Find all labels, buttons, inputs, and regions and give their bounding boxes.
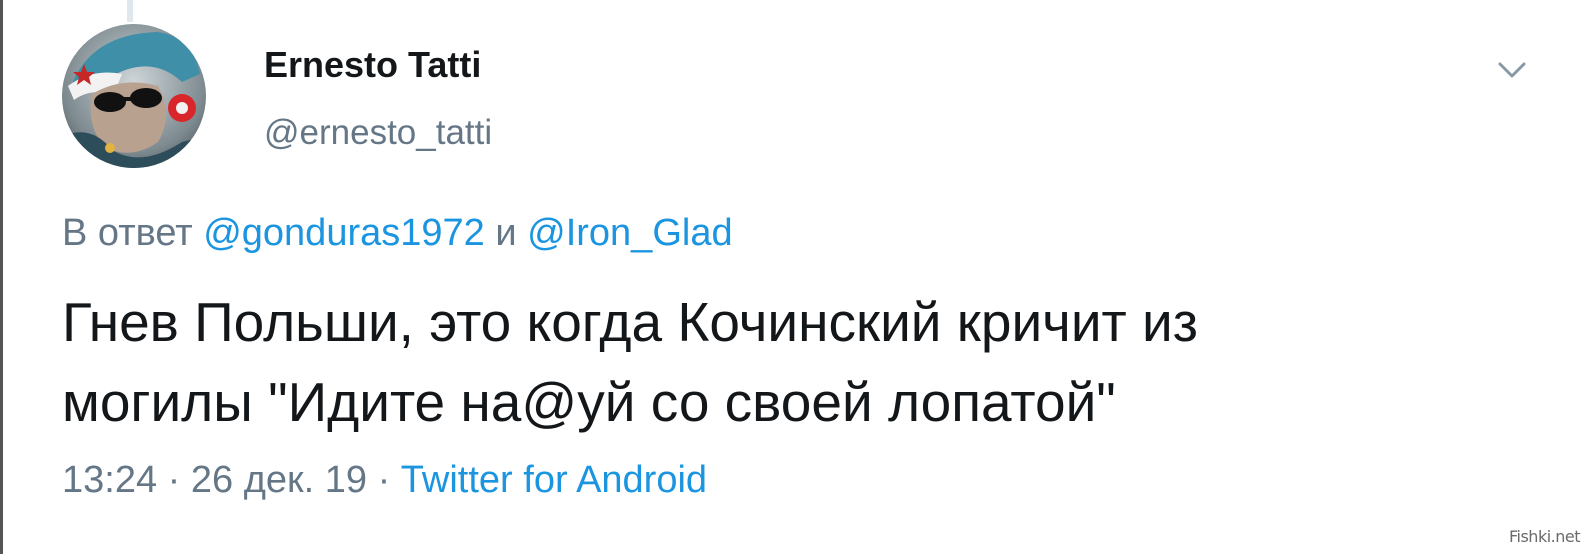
- thread-connector-line: [127, 0, 133, 22]
- tweet-text-line-1: Гнев Польши, это когда Кочинский кричит …: [62, 291, 1198, 353]
- reply-prefix: В ответ: [62, 212, 204, 254]
- reply-joiner: и: [484, 212, 528, 254]
- reply-context: В ответ @gonduras1972 и @Iron_Glad: [62, 212, 733, 255]
- meta-separator-2: ·: [367, 459, 401, 501]
- mention-link-1[interactable]: @gonduras1972: [203, 212, 485, 254]
- meta-separator-1: ·: [157, 459, 191, 501]
- avatar-image: [62, 24, 206, 168]
- tweet-date[interactable]: 26 дек. 19: [191, 459, 367, 501]
- tweet-source-link[interactable]: Twitter for Android: [401, 459, 707, 501]
- tweet-time[interactable]: 13:24: [62, 459, 157, 501]
- chevron-down-icon[interactable]: [1492, 56, 1532, 86]
- author-display-name[interactable]: Ernesto Tatti: [264, 44, 481, 86]
- avatar[interactable]: [62, 24, 206, 168]
- page-left-border: [0, 0, 3, 554]
- site-watermark: Fishki.net: [1508, 527, 1581, 546]
- tweet-metadata: 13:24 · 26 дек. 19 · Twitter for Android: [62, 459, 707, 502]
- author-handle[interactable]: @ernesto_tatti: [264, 113, 492, 153]
- tweet-text-line-2: могилы "Идите на@уй со своей лопатой": [62, 371, 1116, 433]
- tweet-body: Гнев Польши, это когда Кочинский кричит …: [62, 282, 1502, 442]
- mention-link-2[interactable]: @Iron_Glad: [527, 212, 732, 254]
